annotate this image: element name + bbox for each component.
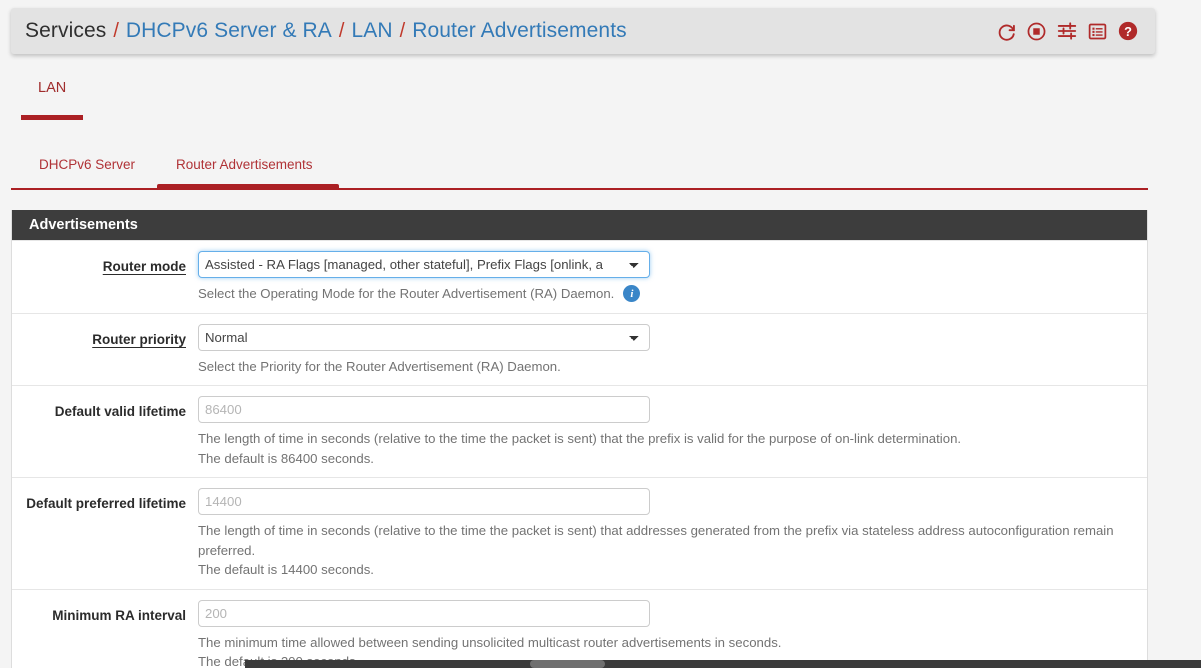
help-default-valid-lifetime: The length of time in seconds (relative … — [198, 429, 1133, 468]
horizontal-scrollbar-thumb[interactable] — [530, 660, 605, 668]
breadcrumb-actions: ? — [996, 20, 1141, 42]
advertisements-panel: Advertisements Router mode Assisted - RA… — [11, 210, 1148, 668]
breadcrumb-root: Services — [25, 19, 107, 42]
help-icon[interactable]: ? — [1117, 20, 1139, 42]
interface-tab-active-indicator — [21, 115, 83, 120]
help-line: The default is 14400 seconds. — [198, 562, 374, 577]
help-line: The length of time in seconds (relative … — [198, 431, 962, 446]
default-valid-lifetime-input[interactable] — [198, 396, 650, 423]
log-list-icon[interactable] — [1087, 21, 1108, 42]
sub-tab-active-indicator — [157, 184, 339, 190]
form-row-router-priority: Router priority Normal Select the Priori… — [12, 312, 1147, 386]
settings-sliders-icon[interactable] — [1056, 20, 1078, 42]
stop-service-icon[interactable] — [1026, 21, 1047, 42]
tab-router-advertisements[interactable]: Router Advertisements — [176, 157, 313, 185]
help-line: The default is 86400 seconds. — [198, 450, 374, 466]
sub-tab-label: DHCPv6 Server — [39, 157, 136, 172]
help-line: The minimum time allowed between sending… — [198, 634, 782, 650]
tab-dhcpv6-server[interactable]: DHCPv6 Server — [39, 157, 135, 185]
sub-tab-label: Router Advertisements — [176, 157, 313, 172]
breadcrumb-link-dhcpv6-server-ra[interactable]: DHCPv6 Server & RA — [126, 19, 332, 43]
breadcrumb: Services / DHCPv6 Server & RA / LAN / Ro… — [25, 19, 996, 43]
breadcrumb-separator: / — [399, 20, 406, 42]
field-router-priority: Normal Select the Priority for the Route… — [198, 323, 1147, 377]
info-icon[interactable]: i — [623, 285, 641, 303]
panel-title: Advertisements — [12, 210, 1147, 240]
router-mode-select[interactable]: Assisted - RA Flags [managed, other stat… — [198, 251, 650, 278]
help-line: The length of time in seconds (relative … — [198, 523, 1114, 558]
breadcrumb-bar: Services / DHCPv6 Server & RA / LAN / Ro… — [11, 8, 1155, 54]
interface-tab-bar: LAN — [11, 78, 1148, 122]
help-router-priority: Select the Priority for the Router Adver… — [198, 357, 1133, 377]
field-router-mode: Assisted - RA Flags [managed, other stat… — [198, 251, 1147, 304]
help-line: Select the Priority for the Router Adver… — [198, 358, 561, 374]
field-default-valid-lifetime: The length of time in seconds (relative … — [198, 396, 1147, 468]
help-router-mode: Select the Operating Mode for the Router… — [198, 284, 1133, 304]
horizontal-scrollbar[interactable] — [245, 660, 1201, 668]
field-minimum-ra-interval: The minimum time allowed between sending… — [198, 599, 1147, 668]
form-row-default-preferred-lifetime: Default preferred lifetime The length of… — [12, 477, 1147, 589]
label-default-valid-lifetime: Default valid lifetime — [54, 404, 186, 419]
label-router-mode: Router mode — [102, 259, 186, 274]
help-default-preferred-lifetime: The length of time in seconds (relative … — [198, 521, 1133, 580]
breadcrumb-link-lan[interactable]: LAN — [351, 19, 392, 43]
interface-tab-lan[interactable]: LAN — [28, 78, 76, 108]
help-line: Select the Operating Mode for the Router… — [198, 286, 615, 301]
form-row-minimum-ra-interval: Minimum RA interval The minimum time all… — [12, 588, 1147, 668]
breadcrumb-link-router-advertisements[interactable]: Router Advertisements — [412, 19, 627, 43]
label-router-priority: Router priority — [92, 331, 186, 347]
minimum-ra-interval-input[interactable] — [198, 599, 650, 627]
router-priority-select[interactable]: Normal — [198, 323, 650, 351]
form-row-default-valid-lifetime: Default valid lifetime The length of tim… — [12, 385, 1147, 477]
breadcrumb-separator: / — [113, 20, 119, 42]
label-default-preferred-lifetime: Default preferred lifetime — [26, 496, 186, 511]
breadcrumb-separator: / — [338, 20, 345, 42]
svg-text:?: ? — [1124, 24, 1132, 39]
interface-tab-label: LAN — [38, 80, 67, 96]
label-minimum-ra-interval: Minimum RA interval — [52, 607, 186, 623]
field-default-preferred-lifetime: The length of time in seconds (relative … — [198, 488, 1147, 580]
default-preferred-lifetime-input[interactable] — [198, 488, 650, 515]
sub-tab-bar: DHCPv6 Server Router Advertisements — [11, 148, 1148, 190]
restart-service-icon[interactable] — [996, 21, 1017, 42]
form-row-router-mode: Router mode Assisted - RA Flags [managed… — [12, 240, 1147, 313]
